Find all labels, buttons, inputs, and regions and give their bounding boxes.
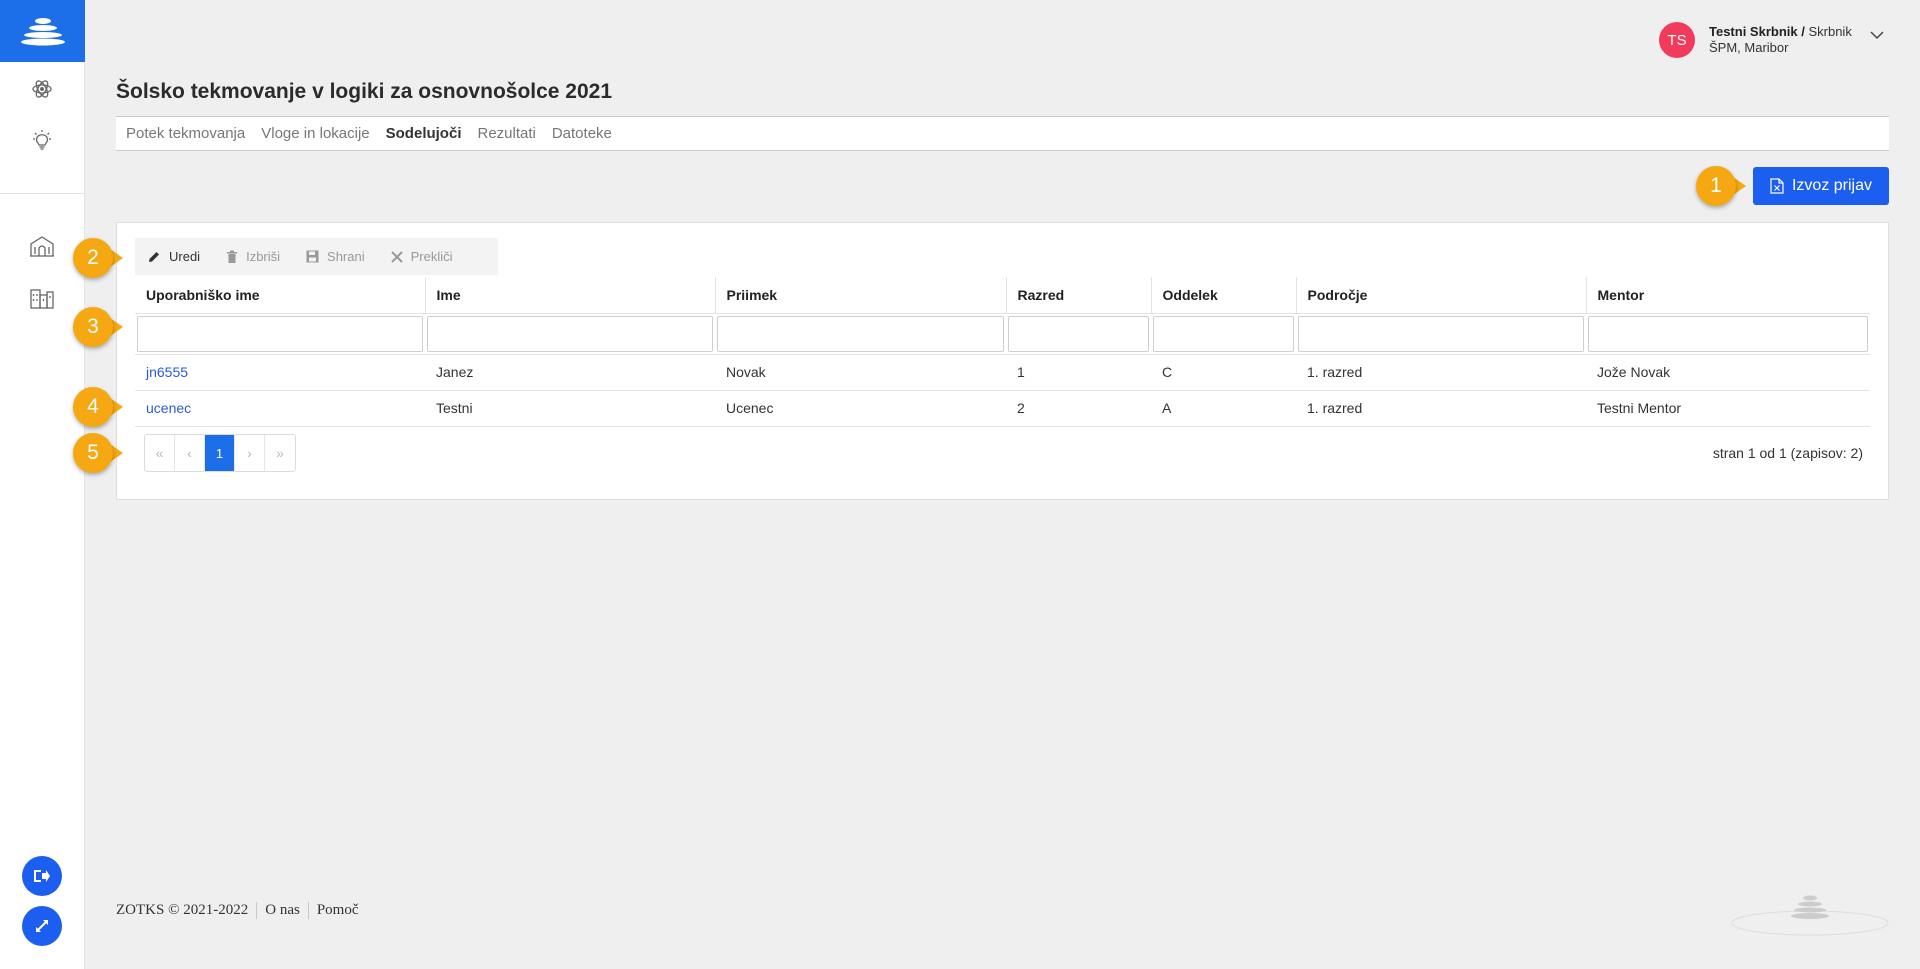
save-button[interactable]: Shrani: [306, 249, 365, 264]
footer-logo-icon: [1730, 890, 1890, 943]
atom-icon[interactable]: [26, 73, 58, 105]
export-button-label: Izvoz prijav: [1791, 177, 1873, 194]
user-info: Testni Skrbnik / Skrbnik ŠPM, Maribor: [1709, 24, 1852, 56]
stacked-stones-logo-icon: [20, 18, 65, 46]
table-cell: 1. razred: [1296, 354, 1586, 391]
callout-number: 2: [73, 238, 113, 278]
filter-input-grade[interactable]: [1008, 315, 1149, 352]
table-cell: Jože Novak: [1586, 354, 1870, 391]
user-name: Testni Skrbnik /: [1709, 24, 1805, 39]
table-cell: A: [1151, 390, 1296, 427]
column-header[interactable]: Priimek: [715, 277, 1007, 313]
callout-number: 3: [73, 307, 113, 347]
column-header[interactable]: Razred: [1006, 277, 1152, 313]
callout-number: 4: [73, 387, 113, 427]
chevron-down-icon[interactable]: [1868, 26, 1886, 49]
cancel-button-label: Prekliči: [410, 249, 453, 264]
callout-marker: 5: [73, 433, 139, 473]
callout-number: 5: [73, 433, 113, 473]
prev-page-button[interactable]: ‹: [175, 435, 205, 471]
pencil-icon: [149, 251, 159, 262]
excel-file-icon: [1770, 178, 1784, 194]
callout-marker: 1: [1696, 166, 1762, 206]
table-cell: 2: [1006, 390, 1151, 427]
floppy-disk-icon: [306, 250, 319, 263]
footer: ZOTKS © 2021-2022 O nas Pomoč: [116, 902, 366, 919]
logout-icon: [34, 870, 50, 882]
edit-button-label: Uredi: [169, 249, 201, 264]
table-cell: 1. razred: [1296, 390, 1586, 427]
tab-bar: Potek tekmovanja Vloge in lokacije Sodel…: [116, 116, 1889, 151]
callout-number: 1: [1696, 166, 1736, 206]
logout-button[interactable]: [22, 856, 62, 896]
footer-help-link[interactable]: Pomoč: [307, 902, 367, 919]
edit-button[interactable]: Uredi: [147, 249, 200, 264]
table-cell: C: [1151, 354, 1296, 391]
lightbulb-icon[interactable]: [26, 125, 58, 157]
save-button-label: Shrani: [327, 249, 365, 264]
column-header[interactable]: Uporabniško ime: [135, 277, 426, 313]
table-cell: Testni: [425, 390, 715, 427]
export-registrations-button[interactable]: Izvoz prijav: [1753, 167, 1889, 205]
table-cell: 1: [1006, 354, 1151, 391]
table-header-row: Uporabniško ime Ime Priimek Razred Oddel…: [135, 277, 1870, 313]
filter-row: [135, 312, 1870, 355]
tab-sodelujoci[interactable]: Sodelujoči: [386, 125, 462, 142]
trash-icon: [227, 250, 238, 263]
pagination: « ‹ 1 › »: [144, 434, 296, 472]
filter-input-mentor[interactable]: [1588, 315, 1868, 352]
column-header[interactable]: Ime: [425, 277, 716, 313]
page-button-current[interactable]: 1: [205, 435, 235, 471]
table-row[interactable]: ucenec Testni Ucenec 2 A 1. razred Testn…: [135, 390, 1870, 427]
tab-vloge-in-lokacije[interactable]: Vloge in lokacije: [261, 125, 369, 142]
footer-about-link[interactable]: O nas: [256, 902, 308, 919]
close-icon: [390, 250, 403, 263]
sidebar: [0, 0, 85, 969]
participants-table: Uporabniško ime Ime Priimek Razred Oddel…: [135, 277, 1870, 427]
table-row[interactable]: jn6555 Janez Novak 1 C 1. razred Jože No…: [135, 354, 1870, 391]
filter-input-area[interactable]: [1298, 315, 1584, 352]
table-cell: Ucenec: [715, 390, 1006, 427]
app-logo[interactable]: [0, 0, 85, 62]
column-header[interactable]: Mentor: [1586, 277, 1870, 313]
column-header[interactable]: Oddelek: [1151, 277, 1297, 313]
footer-copyright: ZOTKS © 2021-2022: [116, 902, 249, 918]
tab-datoteke[interactable]: Datoteke: [552, 125, 612, 142]
filter-input-class[interactable]: [1153, 315, 1294, 352]
user-org: ŠPM, Maribor: [1709, 40, 1789, 55]
fullscreen-button[interactable]: [22, 906, 62, 946]
grid-toolbar: Uredi Izbriši Shrani Prekliči: [135, 238, 498, 275]
filter-input-username[interactable]: [137, 315, 423, 352]
sidebar-divider: [0, 193, 85, 194]
first-page-button[interactable]: «: [145, 435, 175, 471]
user-role: Skrbnik: [1808, 24, 1852, 39]
table-cell: Novak: [715, 354, 1006, 391]
next-page-button[interactable]: ›: [235, 435, 265, 471]
cancel-button[interactable]: Prekliči: [390, 249, 453, 264]
participants-panel: Uredi Izbriši Shrani Prekliči Uporabnišk…: [116, 222, 1889, 500]
username-link[interactable]: jn6555: [146, 364, 188, 380]
callout-marker: 3: [73, 307, 139, 347]
delete-button[interactable]: Izbriši: [226, 249, 280, 264]
table-cell: Testni Mentor: [1586, 390, 1870, 427]
delete-button-label: Izbriši: [246, 249, 281, 264]
city-buildings-icon[interactable]: [26, 282, 58, 314]
last-page-button[interactable]: »: [265, 435, 295, 471]
user-menu[interactable]: TS Testni Skrbnik / Skrbnik ŠPM, Maribor: [1659, 22, 1852, 58]
avatar: TS: [1659, 22, 1695, 58]
tab-potek-tekmovanja[interactable]: Potek tekmovanja: [126, 125, 245, 142]
table-cell: Janez: [425, 354, 715, 391]
expand-icon: [36, 920, 48, 932]
school-building-icon[interactable]: [26, 230, 58, 262]
filter-input-last-name[interactable]: [717, 315, 1004, 352]
column-header[interactable]: Področje: [1296, 277, 1587, 313]
tab-rezultati[interactable]: Rezultati: [477, 125, 535, 142]
filter-input-first-name[interactable]: [427, 315, 713, 352]
username-link[interactable]: ucenec: [146, 400, 191, 416]
page-title: Šolsko tekmovanje v logiki za osnovnošol…: [116, 80, 613, 103]
pager-info: stran 1 od 1 (zapisov: 2): [1712, 445, 1863, 461]
callout-marker: 4: [73, 387, 139, 427]
callout-marker: 2: [73, 238, 139, 278]
